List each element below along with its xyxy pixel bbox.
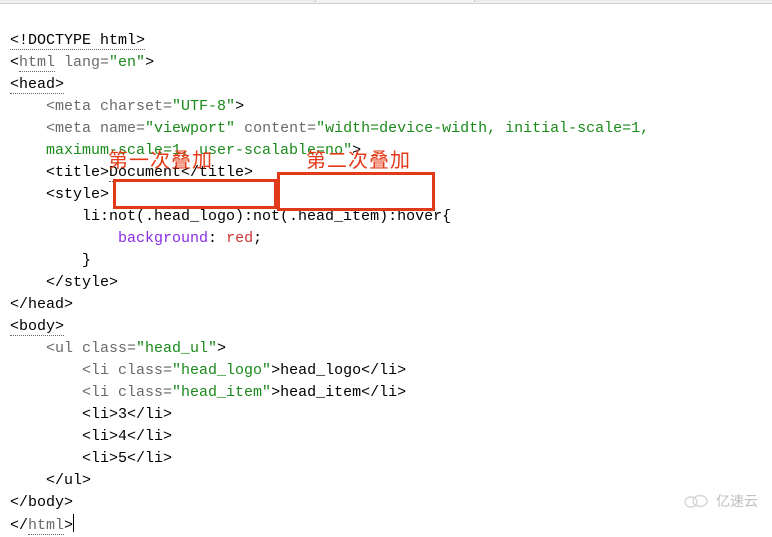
- code-line: </head>: [10, 296, 73, 313]
- code-line: maximum-scale=1, user-scalable=no">: [10, 142, 361, 159]
- code-line: <body>: [10, 318, 64, 336]
- code-line: <meta name="viewport" content="width=dev…: [10, 120, 649, 137]
- code-line: <li>3</li>: [10, 406, 172, 423]
- code-line: <title>Document</title>: [10, 164, 253, 182]
- code-line: </body>: [10, 494, 73, 511]
- code-line: <li>5</li>: [10, 450, 172, 467]
- code-line: <li class="head_item">head_item</li>: [10, 384, 406, 401]
- code-line: <head>: [10, 76, 64, 94]
- text-cursor: [73, 514, 74, 532]
- code-line: <li>4</li>: [10, 428, 172, 445]
- code-editor[interactable]: <!DOCTYPE html> <html lang="en"> <head> …: [10, 8, 762, 537]
- code-line: <style>: [10, 186, 109, 203]
- code-line: li:not(.head_logo):not(.head_item):hover…: [10, 208, 451, 225]
- cloud-icon: [682, 493, 710, 509]
- code-line: <ul class="head_ul">: [10, 340, 226, 357]
- code-line: </ul>: [10, 472, 91, 489]
- code-line: <meta charset="UTF-8">: [10, 98, 244, 115]
- inactive-tab-hint: [315, 0, 475, 2]
- code-line: background: red;: [10, 230, 262, 247]
- watermark-text: 亿速云: [716, 490, 758, 512]
- watermark: 亿速云: [682, 490, 758, 512]
- code-line: <!DOCTYPE html>: [10, 32, 145, 50]
- code-line: }: [10, 252, 91, 269]
- code-line: </style>: [10, 274, 118, 291]
- code-line: <html lang="en">: [10, 54, 154, 72]
- code-line: <li class="head_logo">head_logo</li>: [10, 362, 406, 379]
